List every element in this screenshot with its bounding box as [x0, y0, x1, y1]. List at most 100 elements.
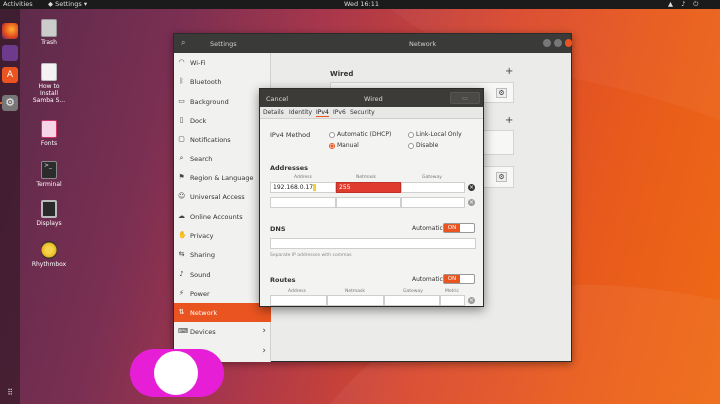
- tab-security[interactable]: Security: [350, 109, 375, 116]
- radio-link-local[interactable]: [408, 132, 414, 138]
- tab-identity[interactable]: Identity: [289, 109, 312, 116]
- addresses-heading: Addresses: [270, 164, 308, 172]
- tab-ipv4[interactable]: IPv4: [316, 109, 329, 117]
- sidebar-item-online-accounts[interactable]: ☁ Online Accounts: [174, 207, 271, 226]
- settings-gear-icon[interactable]: ⚙: [2, 95, 18, 111]
- sharing-icon: ⇆: [178, 250, 185, 258]
- routes-automatic-toggle[interactable]: ON: [443, 274, 475, 284]
- address-input-empty[interactable]: [270, 197, 336, 208]
- apply-button[interactable]: ▭: [450, 92, 480, 104]
- sidebar-item-label: Sharing: [190, 251, 215, 259]
- route-gateway-input[interactable]: [384, 295, 440, 306]
- sidebar-item-sound[interactable]: ♪ Sound: [174, 265, 271, 284]
- desktop-icon-label: Displays: [36, 220, 62, 227]
- address-input[interactable]: 192.168.0.17: [270, 182, 336, 193]
- dialog-title: Wired: [364, 95, 383, 103]
- terminal-icon: >_: [41, 161, 57, 179]
- add-vpn-icon[interactable]: +: [505, 115, 513, 126]
- bell-icon: ▢: [178, 135, 185, 143]
- dock: A ⚙ ⠿: [0, 9, 20, 404]
- sidebar-item-background[interactable]: ▭ Background: [174, 92, 271, 111]
- toggle-on-label: ON: [444, 224, 460, 232]
- region-icon: ⚑: [178, 173, 185, 181]
- files-icon[interactable]: [2, 45, 18, 61]
- dialog-header: Cancel Wired ▭: [260, 89, 483, 107]
- dns-heading: DNS: [270, 225, 286, 233]
- sidebar-item-devices[interactable]: ⌨ Devices ›: [174, 322, 271, 341]
- cancel-button[interactable]: Cancel: [266, 95, 288, 103]
- sidebar-item-search[interactable]: ⌕ Search: [174, 149, 271, 168]
- tab-details[interactable]: Details: [263, 109, 284, 116]
- sidebar-item-wifi[interactable]: ◠ Wi-Fi: [174, 53, 271, 72]
- software-center-icon[interactable]: A: [2, 67, 18, 83]
- dock-icon: ▯: [179, 116, 184, 124]
- activities-button[interactable]: Activities: [3, 0, 33, 9]
- routes-column-metric: Metric: [445, 289, 459, 294]
- gear-icon[interactable]: ⚙: [496, 88, 507, 98]
- settings-sidebar: ◠ Wi-Fi ᛒ Bluetooth ▭ Background ▯ Dock ▢ Not…: [174, 53, 271, 362]
- sidebar-item-label: Universal Access: [190, 193, 245, 201]
- remove-address-icon[interactable]: ×: [468, 199, 475, 206]
- remove-address-icon[interactable]: ×: [468, 184, 475, 191]
- sidebar-item-label: Power: [190, 290, 210, 298]
- text-cursor: [313, 184, 317, 191]
- sidebar-item-notifications[interactable]: ▢ Notifications: [174, 130, 271, 149]
- netmask-input[interactable]: 255: [336, 182, 401, 193]
- sidebar-item-label: Search: [190, 155, 213, 163]
- desktop-icon-terminal[interactable]: >_ Terminal: [29, 161, 69, 188]
- remove-route-icon[interactable]: ×: [468, 297, 475, 304]
- settings-title: Settings: [210, 40, 237, 48]
- sidebar-item-bluetooth[interactable]: ᛒ Bluetooth: [174, 72, 271, 91]
- route-address-input[interactable]: [270, 295, 327, 306]
- chevron-right-icon: ›: [262, 326, 266, 336]
- gateway-input-empty[interactable]: [401, 197, 465, 208]
- sidebar-item-universal-access[interactable]: ☺ Universal Access: [174, 187, 271, 206]
- toggle-on-label: ON: [444, 275, 460, 283]
- close-button[interactable]: [565, 39, 572, 47]
- add-connection-icon[interactable]: +: [505, 66, 513, 77]
- gear-icon[interactable]: ⚙: [496, 172, 507, 182]
- devices-icon: ⌨: [178, 327, 189, 335]
- radio-disable[interactable]: [408, 143, 414, 149]
- dns-input[interactable]: [270, 238, 476, 249]
- tab-ipv6[interactable]: IPv6: [333, 109, 346, 116]
- radio-label: Link-Local Only: [416, 131, 462, 138]
- app-menu[interactable]: ◆ Settings ▾: [48, 0, 87, 9]
- desktop-icon-trash[interactable]: Trash: [29, 19, 69, 46]
- wired-connection-dialog: Cancel Wired ▭ Details Identity IPv4 IPv…: [259, 88, 484, 307]
- minimize-button[interactable]: [543, 39, 551, 47]
- route-netmask-input[interactable]: [327, 295, 384, 306]
- sidebar-item-dock[interactable]: ▯ Dock: [174, 111, 271, 130]
- firefox-icon[interactable]: [2, 23, 18, 39]
- maximize-button[interactable]: [554, 39, 562, 47]
- dns-hint: Separate IP addresses with commas: [270, 253, 352, 258]
- sidebar-item-power[interactable]: ⚡ Power: [174, 284, 271, 303]
- gateway-input[interactable]: [401, 182, 465, 193]
- sidebar-item-label: Background: [190, 98, 229, 106]
- route-metric-input[interactable]: [440, 295, 465, 306]
- netmask-input-empty[interactable]: [336, 197, 401, 208]
- desktop-icon-rhythmbox[interactable]: Rhythmbox: [29, 241, 69, 268]
- document-icon: [41, 63, 57, 81]
- desktop-icon-displays[interactable]: Displays: [29, 200, 69, 227]
- clock[interactable]: Wed 16:11: [344, 0, 379, 9]
- show-apps-icon[interactable]: ⠿: [2, 385, 18, 401]
- overlay-knob: [154, 351, 198, 395]
- sidebar-item-network[interactable]: ⇅ Network: [174, 303, 271, 322]
- app-menu-label: Settings: [55, 0, 82, 8]
- settings-header-bar: Settings ⌕ Network: [174, 34, 572, 53]
- sidebar-item-label: Dock: [190, 117, 207, 125]
- system-tray[interactable]: ▲ ♪ ⏻: [668, 0, 701, 9]
- sidebar-item-region[interactable]: ⚑ Region & Language: [174, 168, 271, 187]
- desktop-icon-fonts[interactable]: Fonts: [29, 120, 69, 147]
- bluetooth-icon: ᛒ: [179, 77, 184, 85]
- sidebar-item-label: Devices: [190, 328, 216, 336]
- radio-automatic-dhcp[interactable]: [329, 132, 335, 138]
- desktop-icon-samba-doc[interactable]: How to Install Samba S...: [29, 63, 69, 104]
- search-icon[interactable]: ⌕: [181, 38, 185, 48]
- radio-manual[interactable]: [329, 143, 335, 149]
- sidebar-item-sharing[interactable]: ⇆ Sharing: [174, 245, 271, 264]
- dns-automatic-toggle[interactable]: ON: [443, 223, 475, 233]
- sidebar-item-privacy[interactable]: ✋ Privacy: [174, 226, 271, 245]
- wifi-icon: ◠: [178, 58, 185, 66]
